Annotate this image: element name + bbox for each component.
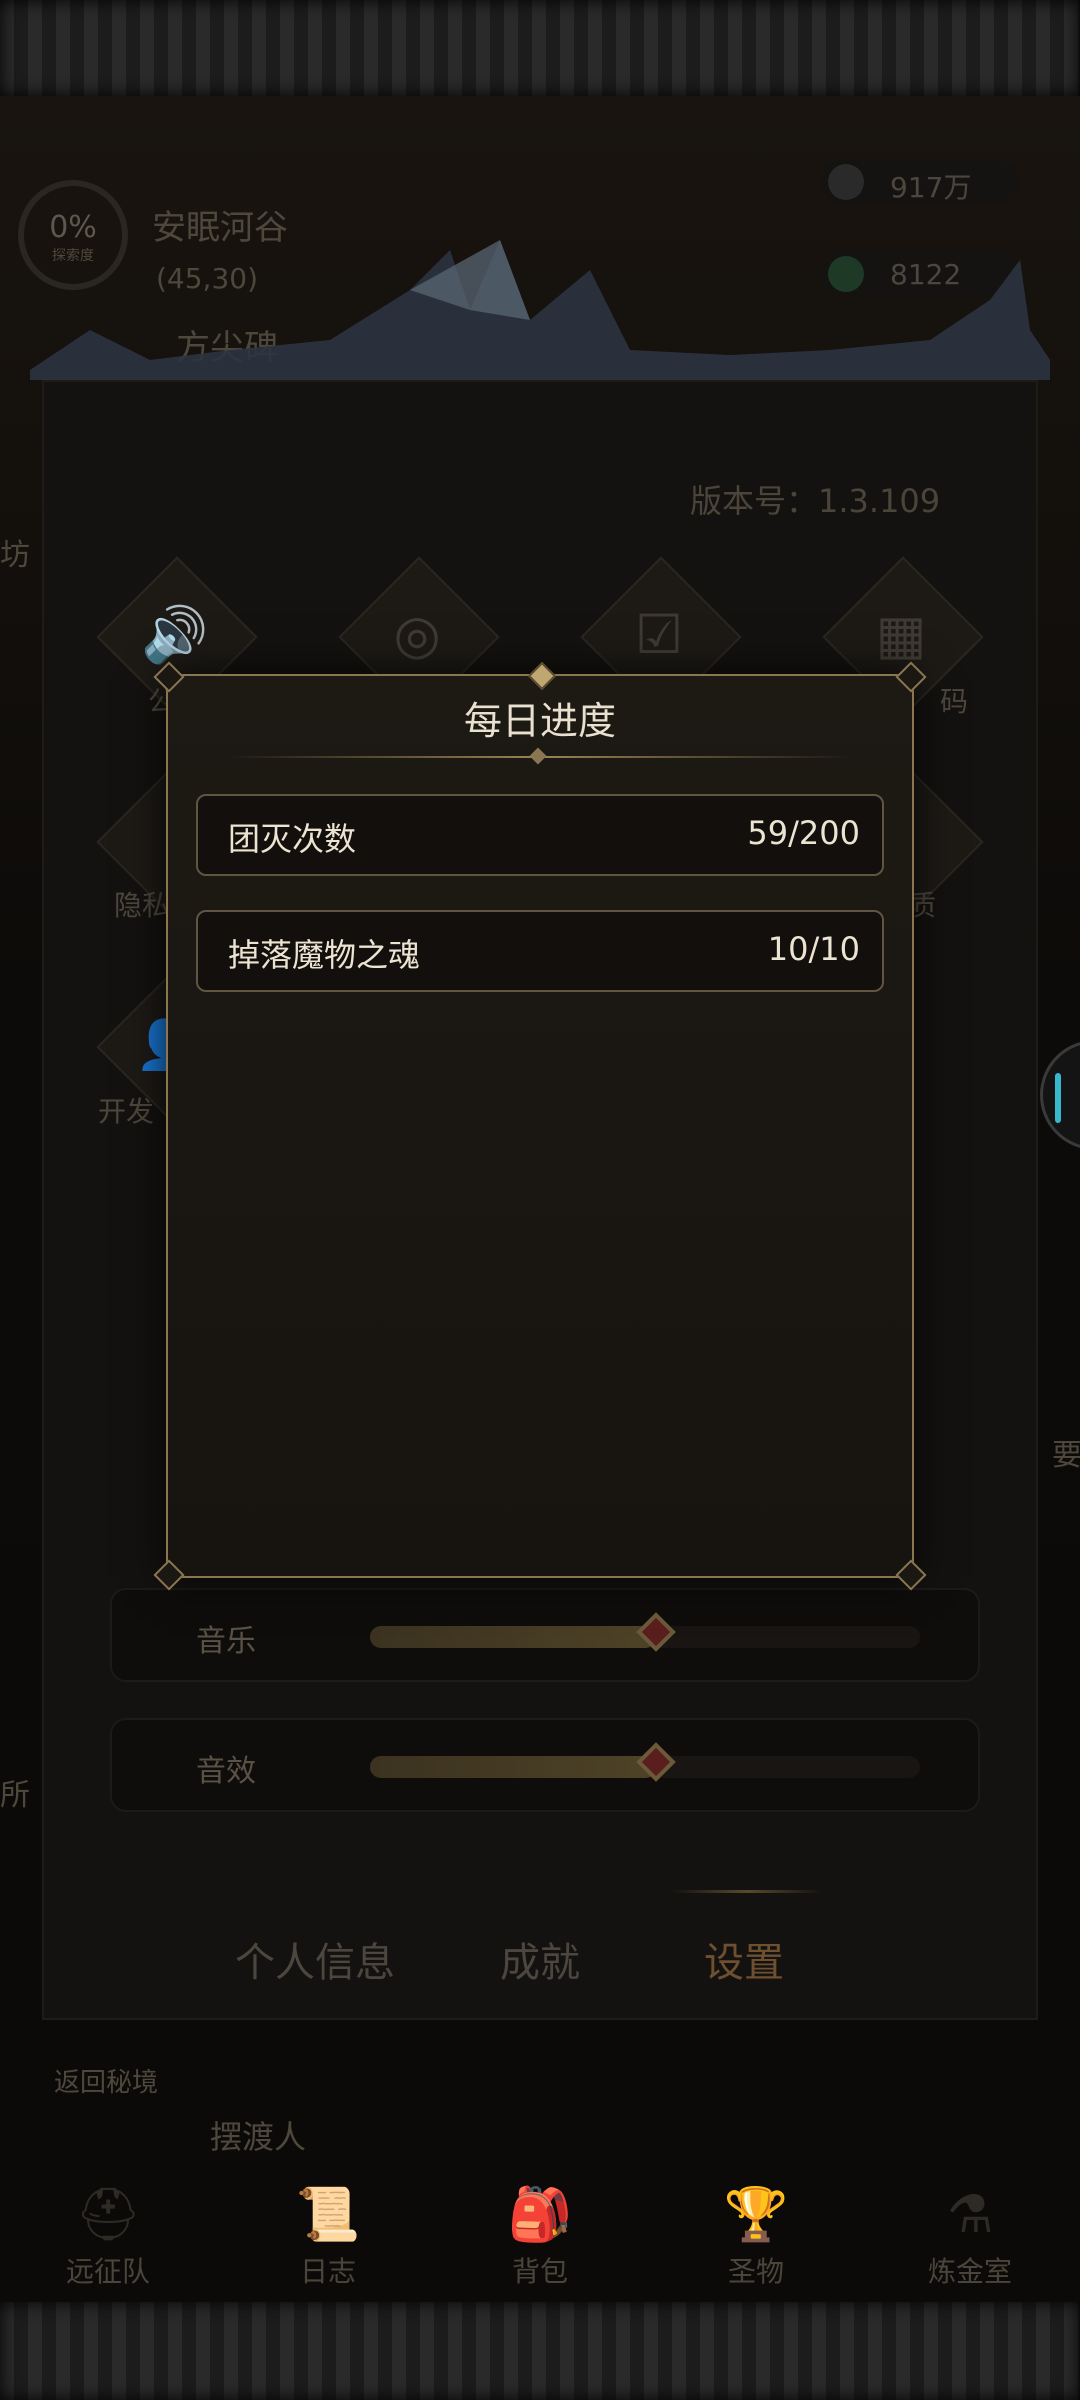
helmet-icon: ⛑ bbox=[74, 2185, 141, 2245]
music-slider[interactable] bbox=[370, 1612, 920, 1652]
alchemy-icon: ⚗ bbox=[946, 2185, 994, 2245]
ferryman-label[interactable]: 摆渡人 bbox=[210, 2112, 306, 2158]
sfx-slider[interactable] bbox=[370, 1742, 920, 1782]
tab-achievements[interactable]: 成就 bbox=[500, 1930, 580, 1988]
top-ornament-bar bbox=[0, 0, 1080, 96]
settings-icon-label: 开发 bbox=[98, 1095, 155, 1128]
nav-alchemy[interactable]: ⚗ 炼金室 bbox=[900, 2180, 1040, 2290]
music-slider-row: 音乐 bbox=[110, 1588, 980, 1682]
nav-log[interactable]: 📜 日志 bbox=[258, 2180, 398, 2290]
nav-label: 炼金室 bbox=[927, 2255, 1012, 2288]
nav-label: 远征队 bbox=[65, 2255, 150, 2288]
backpack-icon: 🎒 bbox=[507, 2185, 573, 2245]
bottom-ornament-bar bbox=[0, 2302, 1080, 2400]
side-label-left: 坊 bbox=[0, 538, 30, 573]
return-secret-realm-label[interactable]: 返回秘境 bbox=[54, 2062, 158, 2099]
slider-fill bbox=[370, 1756, 656, 1778]
ice-crystal-decoration bbox=[30, 240, 1050, 380]
progress-value: 10/10 bbox=[767, 930, 860, 968]
slider-label: 音效 bbox=[196, 1754, 256, 1789]
nav-relics[interactable]: 🏆 圣物 bbox=[686, 2180, 826, 2290]
progress-value: 59/200 bbox=[747, 814, 860, 852]
side-label-right: 要 bbox=[1052, 1438, 1080, 1473]
daily-progress-popup: 每日进度 团灭次数 59/200 掉落魔物之魂 10/10 bbox=[153, 661, 927, 1591]
divider-gem bbox=[529, 747, 547, 765]
slider-label: 音乐 bbox=[196, 1624, 256, 1659]
nav-label: 圣物 bbox=[727, 2255, 784, 2288]
sfx-slider-row: 音效 bbox=[110, 1718, 980, 1812]
bottom-nav: ⛑ 远征队 📜 日志 🎒 背包 🏆 圣物 ⚗ 炼金室 bbox=[0, 2180, 1080, 2302]
resource-value: 917万 bbox=[890, 171, 972, 204]
drawer-indicator-icon bbox=[1055, 1073, 1061, 1123]
popup-title: 每日进度 bbox=[463, 699, 616, 743]
active-tab-indicator bbox=[672, 1890, 822, 1893]
chalice-icon: 🏆 bbox=[723, 2185, 789, 2245]
tab-personal-info[interactable]: 个人信息 bbox=[235, 1930, 395, 1988]
slider-fill bbox=[370, 1626, 656, 1648]
soul-stone-icon bbox=[828, 164, 864, 200]
nav-backpack[interactable]: 🎒 背包 bbox=[470, 2180, 610, 2290]
scroll-icon: 📜 bbox=[295, 2185, 361, 2245]
nav-expedition[interactable]: ⛑ 远征队 bbox=[38, 2180, 178, 2290]
progress-name: 团灭次数 bbox=[228, 820, 357, 858]
settings-icon-label: 码 bbox=[940, 685, 969, 718]
progress-row: 团灭次数 59/200 bbox=[196, 794, 884, 876]
nav-label: 日志 bbox=[299, 2255, 356, 2288]
progress-name: 掉落魔物之魂 bbox=[228, 936, 421, 974]
version-label: 版本号：1.3.109 bbox=[690, 482, 941, 520]
settings-icon-label: 隐私 bbox=[114, 889, 171, 922]
nav-label: 背包 bbox=[511, 2255, 568, 2288]
tab-settings[interactable]: 设置 bbox=[704, 1930, 784, 1988]
resource-soul-stone[interactable]: 917万 bbox=[820, 160, 1020, 204]
progress-row: 掉落魔物之魂 10/10 bbox=[196, 910, 884, 992]
settings-tabs: 个人信息 成就 设置 bbox=[180, 1930, 900, 1990]
side-label-left: 所 bbox=[0, 1778, 30, 1813]
